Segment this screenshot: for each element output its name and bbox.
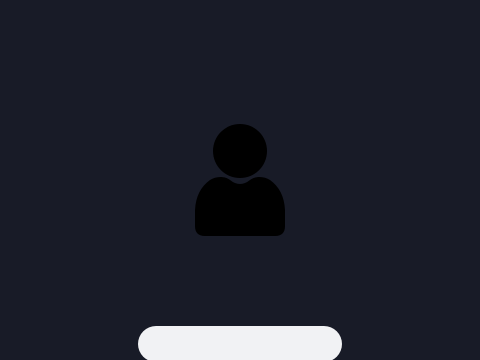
user-silhouette-icon xyxy=(195,124,285,236)
login-screen xyxy=(0,0,480,360)
user-avatar-icon xyxy=(192,124,288,238)
bottom-action-button[interactable] xyxy=(138,326,342,360)
